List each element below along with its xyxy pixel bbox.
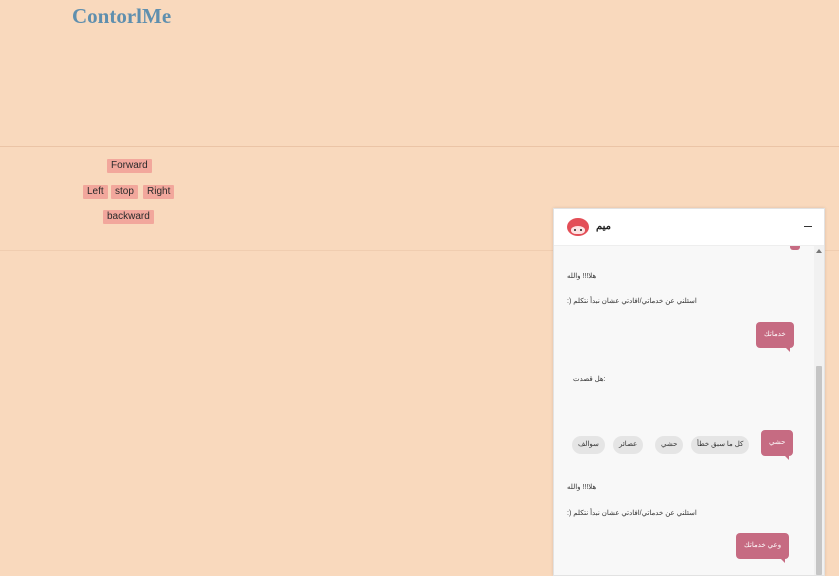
bot-message-intro: :) اسئلني عن خدماتي/افادتي عشان نبدأ نتك… [567,298,697,305]
page-title: ContorlMe [72,4,172,28]
quick-reply-4[interactable]: سوالف [572,436,605,454]
bot-name: ميم [596,221,612,232]
quick-reply-3[interactable]: عصائر [613,436,644,454]
bot-message-greeting: هلا!!! والله [567,484,597,491]
divider-top [0,146,839,147]
chat-header: ميم [554,209,824,246]
previous-user-bubble [790,246,800,250]
bot-avatar-icon [567,218,589,236]
backward-button[interactable]: backward [103,210,154,224]
bot-message-greeting: هلا!!! والله [567,273,597,280]
quick-reply-1[interactable]: كل ما سبق خطأ [691,436,750,454]
chat-messages: هلا!!! والله :) اسئلني عن خدماتي/افادتي … [554,246,810,575]
left-button[interactable]: Left [83,185,108,199]
chat-widget: ميم هلا!!! والله :) اسئلني عن خدماتي/افا… [553,208,825,576]
user-message: خدماتك [756,322,794,352]
bot-message-question: هل قصدت: [573,376,606,383]
stop-button[interactable]: stop [111,185,138,199]
forward-button[interactable]: Forward [107,159,152,173]
right-button[interactable]: Right [143,185,175,199]
user-message: وعي خدماتك [736,533,790,563]
bot-message-intro: :) اسئلني عن خدماتي/افادتي عشان نبدأ نتك… [567,510,697,517]
user-message: حشي [761,430,794,460]
quick-reply-2[interactable]: حشي [655,436,684,454]
minimize-icon[interactable] [804,226,812,227]
chat-scrollbar[interactable] [814,246,824,575]
scroll-up-icon[interactable] [816,249,822,253]
scrollbar-thumb[interactable] [816,366,822,575]
